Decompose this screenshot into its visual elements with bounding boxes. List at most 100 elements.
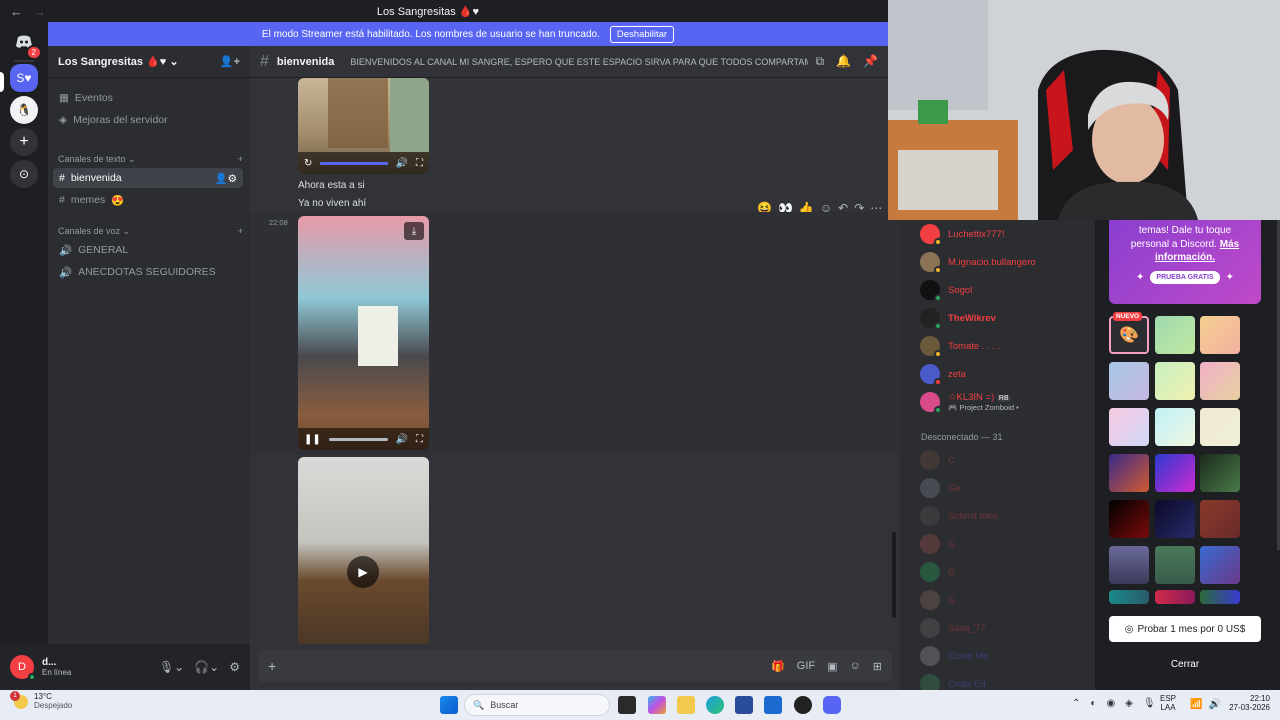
theme-swatch[interactable] (1200, 316, 1240, 354)
chevron-up-icon[interactable]: ⌃ (1072, 698, 1080, 709)
video-attachment-2[interactable]: ⤓ ❚❚ 🔊 ⛶ (298, 216, 429, 450)
pin-icon[interactable]: 📌 (863, 54, 878, 69)
tray-icon[interactable]: ◐ (1090, 698, 1096, 709)
add-channel-icon[interactable]: + (238, 226, 243, 237)
emoji-icon[interactable]: ☺ (850, 660, 861, 673)
plus-icon[interactable]: + (268, 658, 276, 674)
member-item[interactable]: Sasa_77 (920, 618, 986, 638)
fullscreen-icon[interactable]: ⛶ (416, 158, 423, 169)
video-attachment-1[interactable]: ↻ 🔊 ⛶ (298, 78, 429, 174)
tray-icon[interactable]: ◈ (1125, 698, 1133, 709)
voice-channels-category[interactable]: Canales de voz ⌄ + (58, 226, 243, 237)
message-input[interactable]: + 🎁 GIF ▣ ☺ ⊞ (258, 650, 892, 682)
channel-settings-icon[interactable]: 👤⚙ (215, 172, 244, 185)
gift-icon[interactable]: 🎁 (771, 660, 785, 673)
store-icon[interactable] (735, 696, 753, 714)
member-item[interactable]: C (920, 450, 955, 470)
video-progress[interactable] (320, 161, 388, 165)
member-item[interactable]: D (920, 562, 955, 582)
tray-icon[interactable]: ◉ (1106, 698, 1115, 709)
clock[interactable]: 22:10 27-03-2026 (1222, 694, 1270, 712)
close-button[interactable]: Cerrar (1109, 652, 1261, 676)
gear-icon[interactable]: ⚙ (229, 660, 240, 674)
channel-memes[interactable]: # memes 😍 (53, 190, 243, 210)
member-item[interactable]: Cristo Mc (920, 646, 988, 666)
video-progress[interactable] (328, 437, 388, 441)
back-arrow-icon[interactable]: ← (10, 4, 23, 19)
fullscreen-icon[interactable]: ⛶ (416, 434, 423, 445)
windows-start-icon[interactable] (440, 696, 458, 714)
play-icon[interactable]: ▶ (347, 556, 379, 588)
headphones-icon[interactable]: 🎧⌄ (194, 660, 219, 674)
disable-streamer-button[interactable]: Deshabilitar (609, 25, 675, 43)
volume-icon[interactable]: 🔊 (396, 158, 408, 169)
theme-swatch[interactable] (1200, 546, 1240, 584)
theme-swatch[interactable] (1155, 590, 1195, 604)
member-item[interactable]: zeta (920, 364, 966, 386)
theme-swatch[interactable] (1200, 408, 1240, 446)
theme-swatch-custom[interactable]: 🎨 (1109, 316, 1149, 354)
file-explorer-icon[interactable] (677, 696, 695, 714)
copilot-icon[interactable] (648, 696, 666, 714)
microphone-icon[interactable]: 🎙⌄ (159, 660, 184, 674)
theme-swatch[interactable] (1200, 500, 1240, 538)
member-item[interactable]: Sogol (920, 280, 972, 302)
app-icon[interactable] (794, 696, 812, 714)
theme-swatch[interactable] (1155, 500, 1195, 538)
server-header[interactable]: Los Sangresitas 🩸♥ ⌄ 👤+ (48, 46, 250, 78)
theme-swatch[interactable] (1109, 454, 1149, 492)
channel-topic[interactable]: BIENVENIDOS AL CANAL MI SANGRE, ESPERO Q… (350, 57, 807, 67)
scrollbar[interactable] (892, 532, 896, 618)
theme-swatch[interactable] (1155, 546, 1195, 584)
edge-icon[interactable] (706, 696, 724, 714)
theme-swatch[interactable] (1155, 408, 1195, 446)
task-view-icon[interactable] (618, 696, 636, 714)
member-item[interactable]: Ge (920, 478, 961, 498)
theme-swatch[interactable] (1109, 546, 1149, 584)
server-icon-sangresitas[interactable]: S♥ (10, 64, 38, 92)
member-item[interactable]: Tomate . . . . (920, 336, 1000, 358)
forward-arrow-icon[interactable]: → (33, 4, 46, 19)
replay-icon[interactable]: ↻ (304, 158, 312, 169)
member-item[interactable]: Luchettix777! (920, 224, 1005, 246)
avatar[interactable]: D (10, 655, 36, 681)
threads-icon[interactable]: ⧉ (816, 54, 825, 69)
theme-swatch[interactable] (1155, 454, 1195, 492)
theme-swatch[interactable] (1155, 316, 1195, 354)
theme-swatch[interactable] (1200, 362, 1240, 400)
theme-swatch[interactable] (1109, 362, 1149, 400)
bell-icon[interactable]: 🔔 (836, 54, 851, 69)
discord-taskbar-icon[interactable] (823, 696, 841, 714)
taskbar-search[interactable]: 🔍 Buscar (464, 694, 610, 716)
outlook-icon[interactable] (764, 696, 782, 714)
sidebar-item-boosts[interactable]: ◈ Mejoras del servidor (53, 110, 243, 130)
volume-icon[interactable]: 🔊 (396, 434, 408, 445)
member-item[interactable]: G (920, 534, 955, 554)
pause-icon[interactable]: ❚❚ (304, 434, 321, 445)
theme-swatch[interactable] (1200, 454, 1240, 492)
discord-home-icon[interactable]: 2 (10, 28, 42, 60)
member-item[interactable]: M.ignacio.bullangero (920, 252, 1036, 274)
gif-icon[interactable]: GIF (797, 660, 815, 673)
channel-bienvenida[interactable]: # bienvenida 👤⚙ (53, 168, 243, 188)
try-nitro-button[interactable]: ◎ Probar 1 mes por 0 US$ (1109, 616, 1261, 642)
theme-swatch[interactable] (1109, 408, 1149, 446)
microphone-icon[interactable]: 🎙 (1143, 698, 1156, 709)
discover-icon[interactable]: ⊙ (10, 160, 38, 188)
voice-channel-anecdotas[interactable]: 🔊 ANECDOTAS SEGUIDORES (53, 262, 243, 282)
weather-widget[interactable]: 1 13°C Despejado (10, 690, 72, 711)
tray-status-icons[interactable]: 📶 🔊 (1190, 699, 1221, 710)
voice-channel-general[interactable]: 🔊 GENERAL (53, 240, 243, 260)
theme-swatch[interactable] (1109, 590, 1149, 604)
member-item[interactable]: G (920, 590, 955, 610)
invite-icon[interactable]: 👤+ (220, 55, 240, 68)
server-icon-2[interactable]: 🐧 (10, 96, 38, 124)
video-attachment-3[interactable]: ▶ (298, 457, 429, 644)
language-indicator[interactable]: ESP LAA (1160, 694, 1176, 712)
sidebar-item-events[interactable]: ▦ Eventos (53, 88, 243, 108)
theme-swatch[interactable] (1200, 590, 1240, 604)
member-item[interactable]: Schmit toko (920, 506, 998, 526)
apps-icon[interactable]: ⊞ (873, 660, 882, 673)
download-icon[interactable]: ⤓ (404, 222, 424, 240)
add-channel-icon[interactable]: + (238, 154, 243, 165)
